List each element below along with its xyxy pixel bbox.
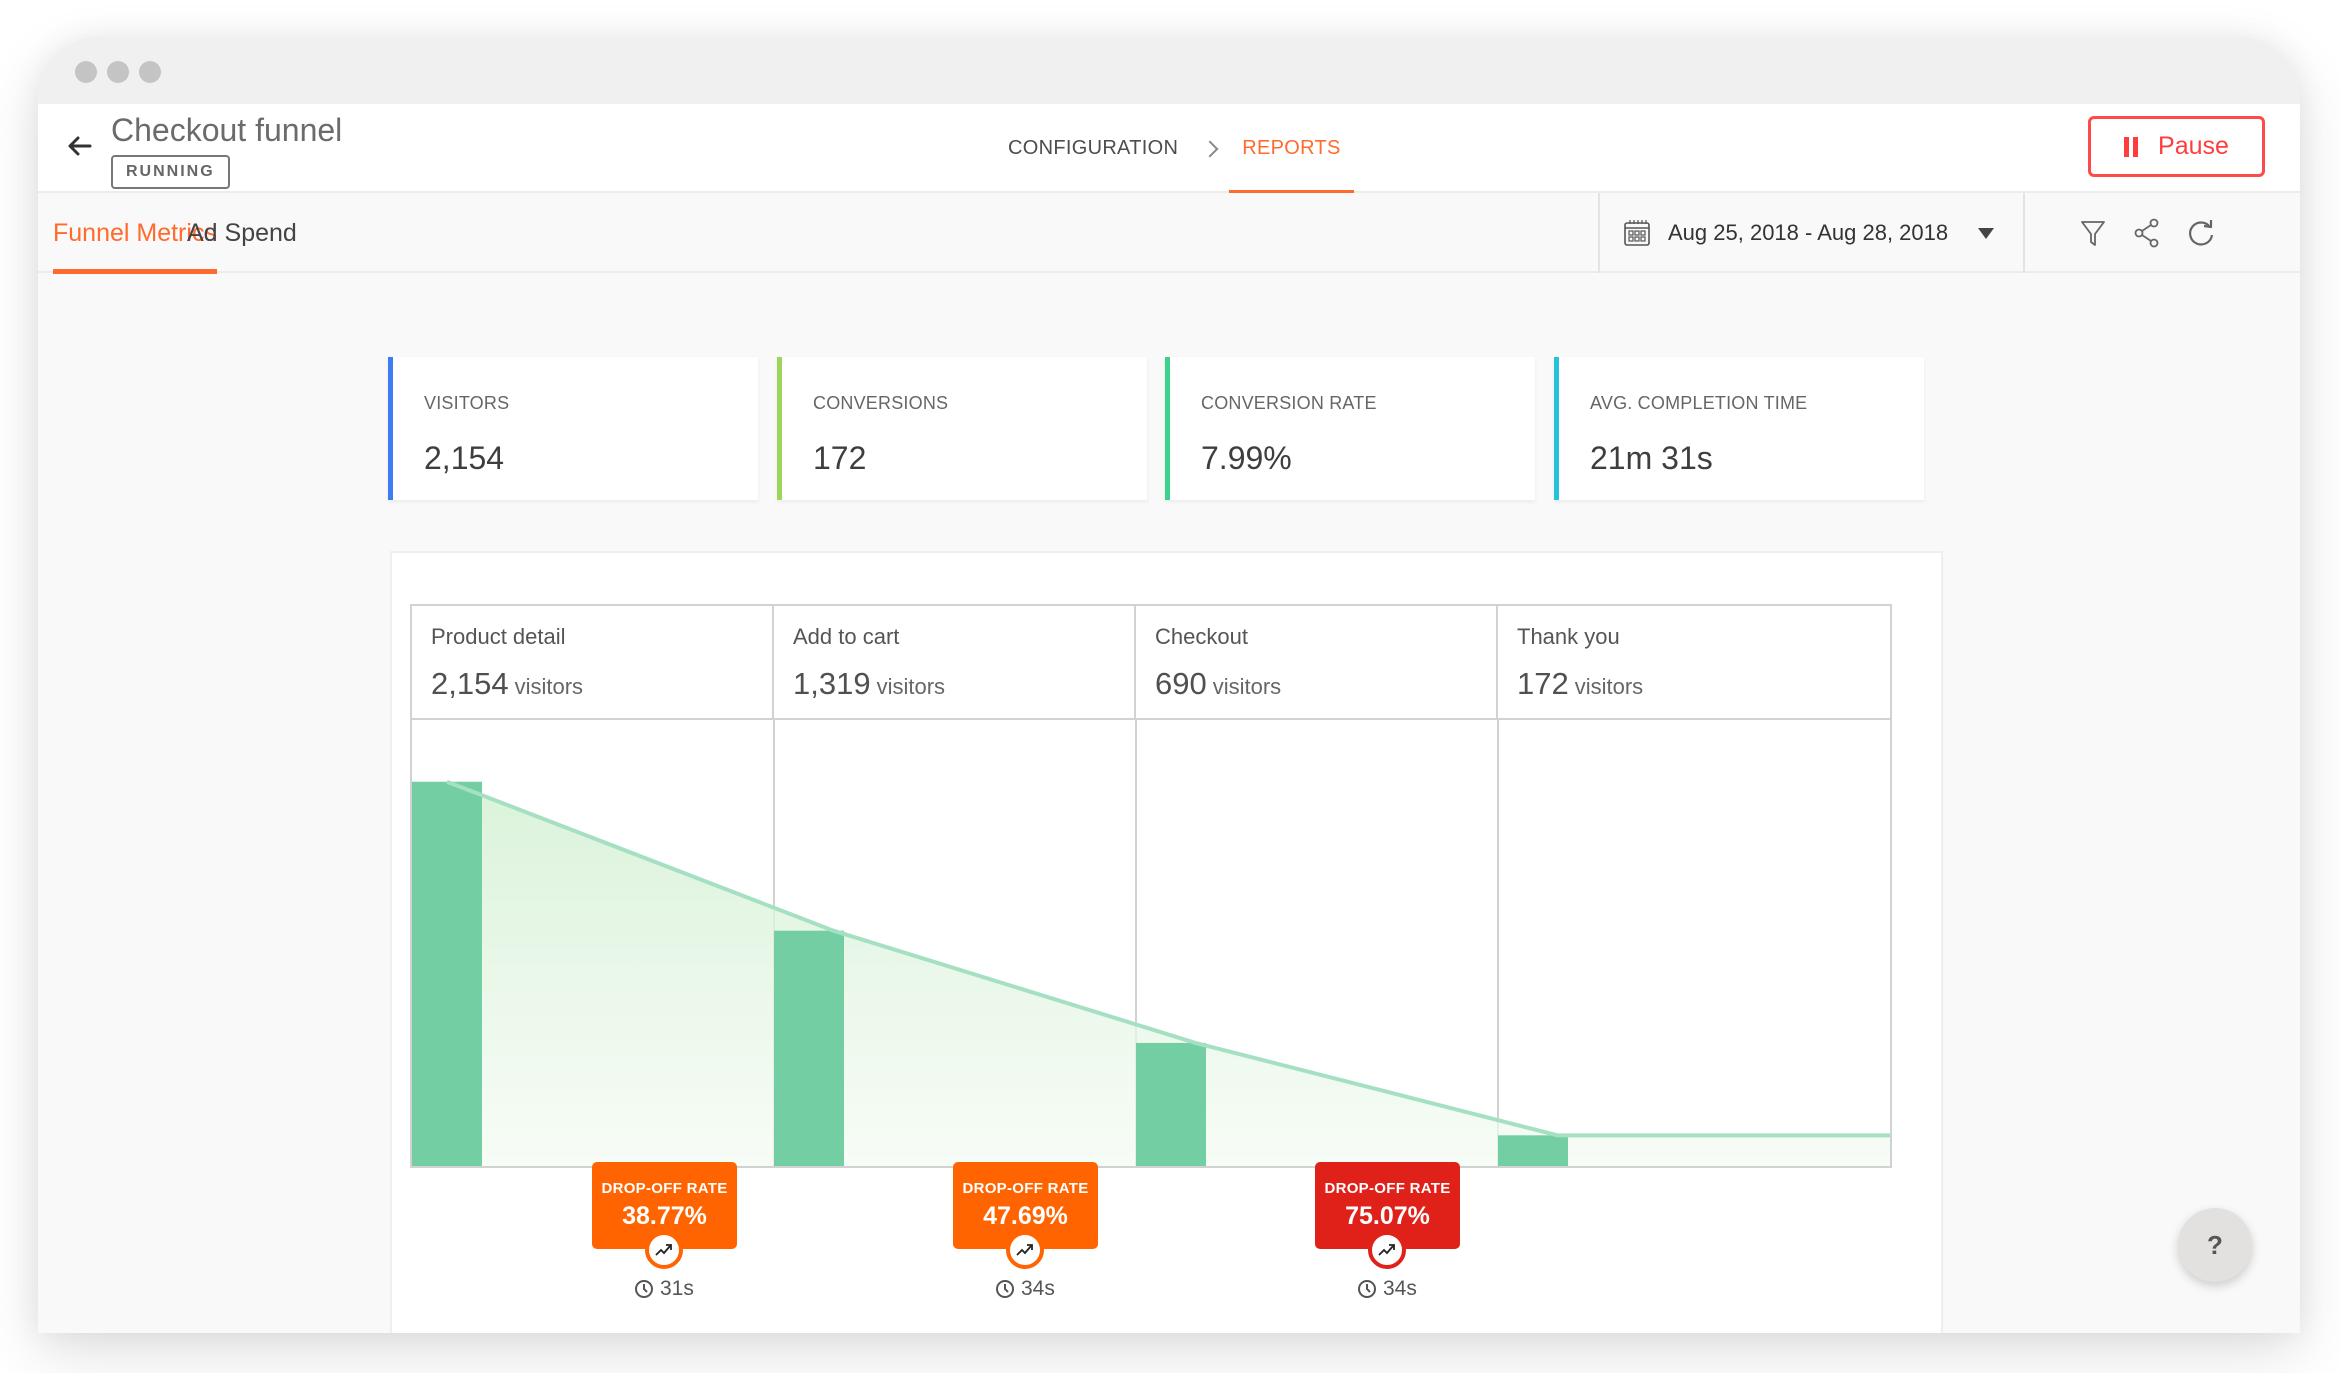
step-count: 690 visitors: [1155, 666, 1281, 702]
metric-card-visitors: VISITORS 2,154: [388, 357, 758, 500]
filter-icon[interactable]: [2075, 215, 2111, 251]
clock-icon: [635, 1280, 653, 1298]
chevron-right-icon: [1201, 140, 1219, 157]
step-name: Thank you: [1517, 624, 1620, 649]
share-icon[interactable]: [2129, 215, 2165, 251]
metric-value: 7.99%: [1201, 440, 1292, 476]
refresh-icon[interactable]: [2183, 215, 2219, 251]
pause-label: Pause: [2158, 132, 2229, 160]
help-button[interactable]: ?: [2178, 1208, 2252, 1282]
funnel-bar: [774, 930, 844, 1166]
window-control-dot[interactable]: [107, 61, 129, 83]
funnel-bar: [1136, 1042, 1206, 1166]
drop-off-label: DROP-OFF RATE: [601, 1180, 728, 1197]
metric-label: AVG. COMPLETION TIME: [1590, 393, 1808, 413]
page-header: Checkout funnel RUNNING CONFIGURATION RE…: [38, 104, 2300, 195]
step-name: Product detail: [431, 624, 566, 649]
funnel-step-header: Checkout 690 visitors: [1136, 606, 1498, 720]
metric-value: 172: [813, 440, 867, 476]
caret-down-icon: [1978, 227, 1995, 239]
page-title: Checkout funnel: [111, 112, 343, 148]
funnel-bar: [412, 781, 482, 1166]
trending-up-icon[interactable]: [645, 1231, 683, 1269]
funnel-step-header: Product detail 2,154 visitors: [412, 606, 774, 720]
step-count-unit: visitors: [1212, 674, 1282, 699]
divider: [2023, 193, 2025, 273]
drop-off-time: 31s: [634, 1277, 694, 1301]
window-control-dot[interactable]: [75, 61, 97, 83]
app-window: Checkout funnel RUNNING CONFIGURATION RE…: [38, 37, 2300, 1333]
step-count: 2,154 visitors: [431, 666, 583, 702]
step-count-value: 690: [1155, 666, 1207, 701]
calendar-icon: [1624, 220, 1650, 246]
tab-bar: Funnel Metrics Ad Spend Aug 25, 2018 - A…: [38, 193, 2300, 274]
funnel-bar: [1498, 1135, 1568, 1166]
metric-card-avg-completion-time: AVG. COMPLETION TIME 21m 31s: [1554, 357, 1924, 500]
step-count-value: 172: [1517, 666, 1569, 701]
pause-button[interactable]: Pause: [2088, 116, 2265, 177]
step-name: Add to cart: [793, 624, 900, 649]
metric-value: 2,154: [424, 440, 505, 476]
status-badge: RUNNING: [111, 155, 230, 189]
funnel-panel: Product detail 2,154 visitors Add to cart…: [390, 551, 1943, 1333]
step-count: 172 visitors: [1517, 666, 1643, 702]
metric-label: CONVERSIONS: [813, 393, 949, 413]
metric-label: VISITORS: [424, 393, 510, 413]
date-range-picker[interactable]: Aug 25, 2018 - Aug 28, 2018: [1622, 193, 1995, 273]
funnel-plot: [412, 720, 1890, 1166]
drop-off-value: 38.77%: [622, 1202, 707, 1230]
trending-up-icon[interactable]: [1006, 1231, 1044, 1269]
metric-value: 21m 31s: [1590, 440, 1713, 476]
metric-card-conversion-rate: CONVERSION RATE 7.99%: [1165, 357, 1535, 500]
drop-off-time: 34s: [995, 1277, 1055, 1301]
step-count-value: 2,154: [431, 666, 509, 701]
metric-label: CONVERSION RATE: [1201, 393, 1377, 413]
pause-icon: [2124, 136, 2139, 157]
clock-icon: [996, 1280, 1014, 1298]
divider: [1598, 193, 1600, 273]
breadcrumb: CONFIGURATION REPORTS: [1008, 104, 1355, 195]
window-control-dot[interactable]: [139, 61, 161, 83]
back-arrow-icon[interactable]: [62, 128, 98, 164]
breadcrumb-reports[interactable]: REPORTS: [1229, 137, 1355, 195]
funnel-chart: Product detail 2,154 visitors Add to cart…: [410, 604, 1892, 1168]
clock-icon: [1358, 1280, 1376, 1298]
drop-off-label: DROP-OFF RATE: [1324, 1180, 1451, 1197]
date-range-label: Aug 25, 2018 - Aug 28, 2018: [1668, 220, 1949, 245]
breadcrumb-configuration[interactable]: CONFIGURATION: [1008, 137, 1178, 160]
tab-ad-spend[interactable]: Ad Spend: [187, 193, 297, 273]
step-count-value: 1,319: [793, 666, 871, 701]
window-titlebar: [38, 37, 2300, 104]
drop-off-time-value: 31s: [660, 1277, 694, 1300]
step-count: 1,319 visitors: [793, 666, 945, 702]
drop-off-value: 47.69%: [983, 1202, 1068, 1230]
funnel-step-header: Thank you 172 visitors: [1498, 606, 1890, 720]
trending-up-icon[interactable]: [1368, 1231, 1406, 1269]
step-name: Checkout: [1155, 624, 1248, 649]
step-count-unit: visitors: [514, 674, 584, 699]
step-count-unit: visitors: [1574, 674, 1644, 699]
drop-off-time-value: 34s: [1021, 1277, 1055, 1300]
funnel-step-header: Add to cart 1,319 visitors: [774, 606, 1136, 720]
drop-off-value: 75.07%: [1345, 1202, 1430, 1230]
drop-off-time-value: 34s: [1383, 1277, 1417, 1300]
drop-off-time: 34s: [1357, 1277, 1417, 1301]
drop-off-label: DROP-OFF RATE: [962, 1180, 1089, 1197]
step-count-unit: visitors: [876, 674, 946, 699]
metric-card-conversions: CONVERSIONS 172: [777, 357, 1147, 500]
